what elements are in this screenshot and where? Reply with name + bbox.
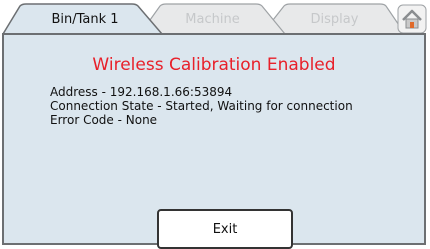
tab-machine[interactable]: Machine	[165, 10, 260, 30]
error-code-text: Error Code - None	[50, 113, 158, 127]
connection-state-text: Connection State - Started, Waiting for …	[50, 99, 353, 113]
tab-bar: Bin/Tank 1 Machine Display	[0, 0, 430, 34]
tab-display[interactable]: Display	[287, 10, 382, 30]
connection-info: Address - 192.168.1.66:53894 Connection …	[50, 85, 353, 127]
dialog-title: Wireless Calibration Enabled	[92, 55, 336, 75]
tab-bin-tank-1[interactable]: Bin/Tank 1	[35, 10, 135, 30]
exit-button[interactable]: Exit	[157, 209, 293, 249]
address-text: Address - 192.168.1.66:53894	[50, 85, 233, 99]
home-icon	[397, 4, 427, 34]
home-button[interactable]	[397, 4, 427, 34]
calibration-panel: Wireless Calibration Enabled Address - 1…	[2, 33, 426, 249]
